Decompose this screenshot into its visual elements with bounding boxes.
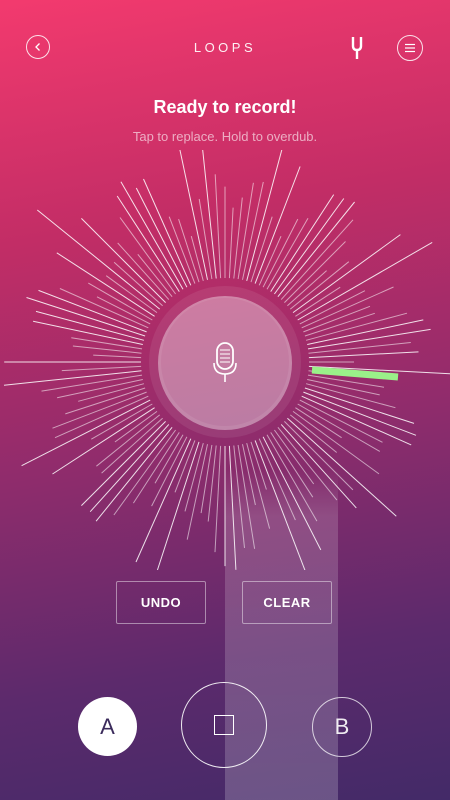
waveform-tick — [35, 310, 145, 341]
waveform-tick — [190, 235, 204, 282]
waveform-tick — [228, 207, 234, 279]
waveform-tick — [289, 261, 350, 310]
microphone-icon — [213, 342, 237, 382]
waveform-tick — [295, 286, 341, 317]
waveform-tick — [93, 354, 142, 359]
waveform-tick — [308, 351, 419, 359]
status-headline: Ready to record! — [153, 97, 297, 117]
waveform-tick — [214, 445, 222, 553]
waveform-tick — [65, 387, 146, 415]
waveform-tick — [233, 445, 245, 548]
tuning-fork-icon — [351, 37, 363, 59]
waveform-tick — [284, 421, 354, 491]
waveform-tick — [81, 218, 166, 303]
waveform-tick — [287, 270, 327, 307]
record-progress-bar — [311, 366, 399, 381]
waveform-tick — [273, 198, 345, 295]
waveform-tick — [307, 328, 431, 350]
waveform-tick — [32, 320, 143, 345]
waveform-tick — [228, 445, 237, 570]
clear-button[interactable]: CLEAR — [242, 581, 332, 624]
waveform-tick — [61, 365, 142, 372]
waveform-tick — [207, 445, 217, 522]
waveform-tick — [168, 216, 196, 284]
waveform-tick — [132, 432, 180, 504]
stop-icon — [214, 715, 234, 735]
waveform-tick — [246, 442, 271, 529]
loop-slot-a-button[interactable]: A — [78, 697, 137, 756]
waveform-tick — [303, 305, 371, 333]
waveform-tick — [96, 296, 151, 325]
menu-icon — [405, 43, 415, 53]
waveform-tick — [36, 209, 161, 310]
waveform-tick — [179, 150, 208, 280]
waveform-tick — [59, 288, 149, 329]
waveform-tick — [233, 197, 243, 279]
waveform-tick — [178, 218, 200, 283]
stop-button[interactable] — [181, 682, 267, 768]
waveform-tick — [295, 407, 342, 439]
waveform-tick — [270, 194, 335, 292]
waveform-tick — [214, 174, 222, 279]
waveform-tick — [308, 342, 411, 354]
waveform-tick — [154, 434, 184, 484]
waveform-tick — [52, 407, 155, 475]
waveform-tick — [81, 421, 166, 506]
tuner-button[interactable] — [348, 36, 366, 60]
waveform-tick — [114, 410, 158, 443]
undo-button[interactable]: UNDO — [116, 581, 206, 624]
page-title: LOOPS — [193, 40, 257, 55]
waveform-tick — [56, 252, 155, 317]
waveform-tick — [156, 441, 200, 570]
header: LOOPS — [0, 0, 450, 96]
status-hint: Tap to replace. Hold to overdub. — [132, 129, 318, 144]
waveform-tick — [246, 150, 283, 282]
loop-slot-b-button[interactable]: B — [312, 697, 372, 757]
waveform-tick — [88, 282, 153, 321]
waveform-tick — [89, 424, 170, 513]
waveform-tick — [52, 391, 147, 429]
waveform-tick — [277, 201, 355, 298]
waveform-tick — [26, 297, 146, 337]
record-button[interactable] — [158, 296, 292, 430]
waveform-tick — [287, 417, 397, 517]
waveform-tick — [198, 198, 213, 280]
menu-button[interactable] — [397, 35, 423, 61]
